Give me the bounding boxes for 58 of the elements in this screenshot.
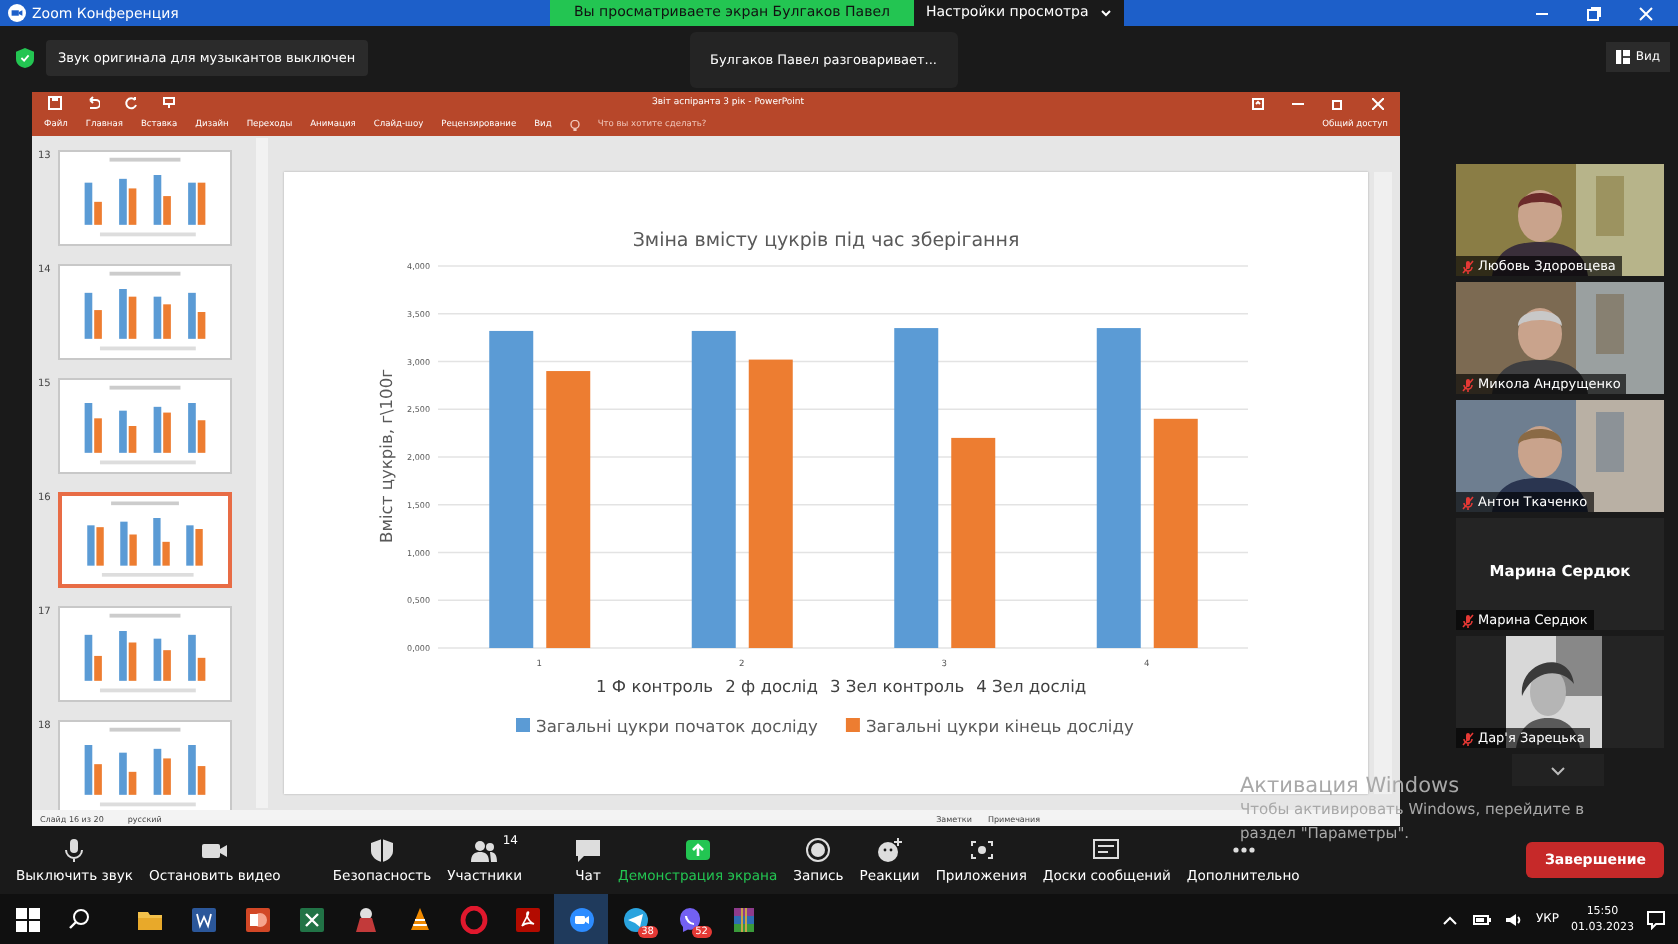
document-icon <box>513 905 541 933</box>
minimize-icon[interactable] <box>1292 97 1304 109</box>
chat-bubble-icon <box>574 837 603 861</box>
speaker-icon[interactable] <box>1503 911 1524 927</box>
slide-thumbnail[interactable] <box>58 150 232 246</box>
close-icon[interactable] <box>1638 5 1654 21</box>
slide-thumbnail[interactable] <box>58 264 232 360</box>
slide-thumbnail[interactable] <box>58 378 232 474</box>
redo-icon[interactable] <box>124 96 138 110</box>
legend-label: Загальні цукри початок досліду <box>536 716 818 736</box>
microphone-icon <box>60 837 89 861</box>
restore-icon[interactable] <box>1586 5 1602 21</box>
board-icon <box>1092 837 1121 861</box>
excel-icon <box>297 905 325 933</box>
restore-icon[interactable] <box>1332 97 1344 109</box>
presentation-icon[interactable] <box>162 96 176 110</box>
grid-view-icon <box>1615 50 1630 64</box>
slide-thumbnail[interactable] <box>58 492 232 588</box>
legend-swatch <box>845 718 860 732</box>
slide-thumbnail[interactable] <box>58 606 232 702</box>
figure-icon <box>351 905 379 933</box>
search-icon[interactable] <box>68 908 90 930</box>
legend-label: Загальні цукри кінець досліду <box>865 716 1134 736</box>
participants-icon <box>470 837 499 861</box>
category-caption: 1 Ф контроль <box>596 676 714 696</box>
ring-icon <box>459 905 487 933</box>
share-screen-icon <box>683 837 712 861</box>
battery-icon[interactable] <box>1471 911 1492 927</box>
slide-thumbnail[interactable] <box>58 720 232 810</box>
record-icon <box>804 837 833 861</box>
powerpoint-icon <box>243 905 271 933</box>
word-icon <box>189 905 217 933</box>
windows-start-icon[interactable] <box>16 907 40 931</box>
notifications-icon[interactable] <box>1646 909 1666 929</box>
paper-plane-icon <box>621 905 649 933</box>
caret-icon <box>1100 4 1113 22</box>
lightbulb-icon[interactable] <box>569 119 580 131</box>
stacked-books-icon <box>729 905 757 933</box>
undo-icon[interactable] <box>86 96 100 110</box>
axis-title: Вміст цукрів, г\100г <box>376 369 396 543</box>
taskbar-app[interactable] <box>554 894 608 944</box>
chevron-up-icon[interactable] <box>1439 911 1460 927</box>
ribbon-display-icon[interactable] <box>1252 97 1264 109</box>
phone-bubble-icon <box>675 905 703 933</box>
apps-icon <box>967 837 996 861</box>
save-icon[interactable] <box>48 96 62 110</box>
chevron-down-icon <box>1550 765 1566 775</box>
legend-swatch <box>516 718 530 732</box>
video-camera-icon <box>567 905 595 933</box>
chart-title: Зміна вмісту цукрів під час зберігання <box>632 230 1020 252</box>
category-caption: 2 ф дослід <box>725 676 818 696</box>
close-icon[interactable] <box>1372 97 1384 109</box>
smiley-icon <box>875 837 904 861</box>
category-caption: 3 Зел контроль <box>829 676 965 696</box>
shield-check-icon <box>16 47 34 67</box>
shield-icon <box>367 837 396 861</box>
category-caption: 4 Зел дослід <box>976 676 1087 696</box>
traffic-cone-icon <box>405 905 433 933</box>
